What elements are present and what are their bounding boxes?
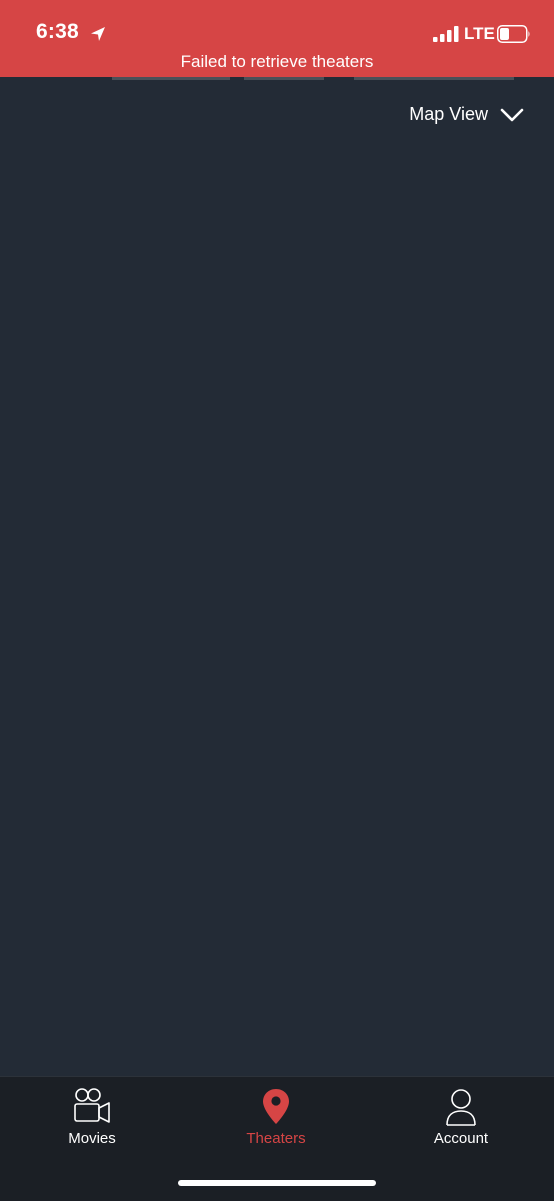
tab-label-movies: Movies <box>68 1130 116 1147</box>
map-view-label: Map View <box>409 104 488 124</box>
tab-label-account: Account <box>433 1130 489 1147</box>
chevron-down-icon <box>500 108 524 121</box>
tab-account[interactable]: Account <box>391 1087 531 1147</box>
location-arrow-icon <box>91 27 105 41</box>
status-bar: 6:38 LTE Failed to retrieve theaters <box>0 0 554 77</box>
home-indicator[interactable] <box>178 1180 376 1186</box>
movie-camera-icon <box>74 1088 110 1123</box>
cellular-signal-icon <box>433 26 459 42</box>
person-icon <box>446 1089 476 1126</box>
network-type-label: LTE <box>464 24 495 43</box>
tab-label-theaters: Theaters <box>246 1130 306 1147</box>
tab-movies[interactable]: Movies <box>22 1087 162 1147</box>
battery-low-icon <box>497 25 530 43</box>
map-view-toggle[interactable]: Map View <box>409 104 524 125</box>
tab-theaters[interactable]: Theaters <box>206 1087 346 1147</box>
status-time: 6:38 <box>36 20 79 43</box>
map-pin-icon <box>263 1089 289 1124</box>
theaters-content-area <box>0 80 554 1076</box>
error-banner-message: Failed to retrieve theaters <box>180 52 374 71</box>
